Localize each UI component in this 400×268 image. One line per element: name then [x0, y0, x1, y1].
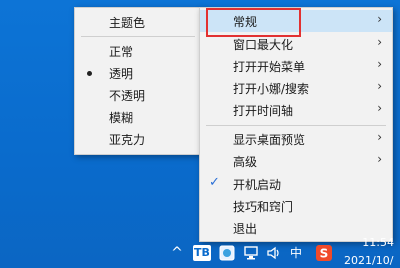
chevron-right-icon: › [377, 101, 382, 115]
theme-option-transparent[interactable]: 透明 [75, 62, 201, 84]
chevron-right-icon: › [377, 35, 382, 49]
taskbar-tray: ^ TB 中 S 11:54 2021/10/ [0, 236, 400, 268]
menu-item-start-on-boot[interactable]: ✓ 开机启动 [200, 173, 392, 195]
menu-item-open-start-menu[interactable]: 打开开始菜单 › [200, 55, 392, 77]
network-icon[interactable] [243, 245, 259, 261]
menu-item-open-timeline[interactable]: 打开时间轴 › [200, 99, 392, 121]
clock-date: 2021/10/ [344, 254, 394, 267]
tray-context-menu: 常规 › 窗口最大化 › 打开开始菜单 › 打开小娜/搜索 › 打开时间轴 › … [199, 7, 393, 242]
volume-icon[interactable] [266, 245, 282, 261]
theme-option-normal[interactable]: 正常 [75, 40, 201, 62]
menu-item-tips-tricks[interactable]: 技巧和窍门 [200, 195, 392, 217]
chevron-right-icon: › [377, 130, 382, 144]
annotation-highlight-box [206, 8, 301, 37]
theme-option-opaque[interactable]: 不透明 [75, 84, 201, 106]
chevron-right-icon: › [377, 152, 382, 166]
menu-item-open-cortana-search[interactable]: 打开小娜/搜索 › [200, 77, 392, 99]
menu-separator [206, 125, 386, 126]
menu-item-desktop-preview[interactable]: 显示桌面预览 › [200, 128, 392, 150]
menu-item-advanced[interactable]: 高级 › [200, 150, 392, 172]
checkmark-icon: ✓ [209, 175, 220, 190]
theme-color-header: 主题色 [109, 16, 146, 30]
ime-language-indicator[interactable]: 中 [288, 243, 304, 263]
clock-time: 11:54 [362, 236, 394, 249]
selected-dot-icon [87, 71, 92, 76]
translucenttb-icon[interactable]: TB [193, 245, 211, 261]
svg-text:S: S [320, 247, 329, 261]
chevron-right-icon: › [377, 12, 382, 26]
app-tray-icon[interactable] [219, 245, 235, 261]
chevron-right-icon: › [377, 79, 382, 93]
theme-option-blur[interactable]: 模糊 [75, 106, 201, 128]
show-hidden-icons-chevron-icon[interactable]: ^ [170, 243, 184, 263]
chevron-right-icon: › [377, 57, 382, 71]
theme-option-acrylic[interactable]: 亚克力 [75, 128, 201, 150]
sogou-input-icon[interactable]: S [316, 245, 332, 261]
theme-color-submenu: 主题色 正常 透明 不透明 模糊 亚克力 [74, 7, 202, 155]
menu-separator [81, 36, 195, 37]
